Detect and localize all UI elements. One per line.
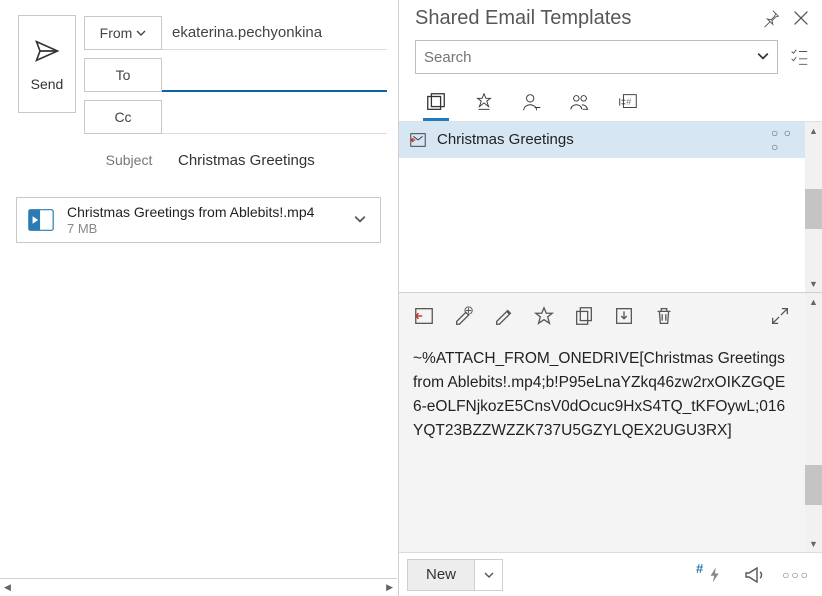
from-row: From <box>84 15 387 51</box>
preview-area: ~%ATTACH_FROM_ONEDRIVE[Christmas Greetin… <box>399 292 822 552</box>
attachment-info: Christmas Greetings from Ablebits!.mp4 7… <box>67 204 344 236</box>
compose-pane: Send From To Cc <box>0 0 398 596</box>
templates-pane: Shared Email Templates # <box>398 0 822 596</box>
new-button[interactable]: New <box>407 559 503 591</box>
send-icon <box>33 37 61 68</box>
subject-row: Subject <box>84 141 387 179</box>
new-button-label[interactable]: New <box>408 560 474 590</box>
video-file-icon <box>25 204 57 236</box>
pin-icon[interactable] <box>760 7 782 29</box>
from-field[interactable] <box>162 16 387 50</box>
tab-favorites[interactable] <box>471 89 497 121</box>
tab-macros[interactable]: # <box>615 89 641 121</box>
cc-row: Cc <box>84 99 387 135</box>
subject-label: Subject <box>90 152 168 168</box>
attachment-item[interactable]: Christmas Greetings from Ablebits!.mp4 7… <box>16 197 381 243</box>
star-icon[interactable] <box>533 305 555 327</box>
chevron-down-icon[interactable] <box>757 49 769 65</box>
edit-html-icon[interactable] <box>453 305 475 327</box>
scroll-thumb[interactable] <box>805 189 822 229</box>
to-field[interactable] <box>162 58 387 92</box>
tabs-row: # <box>399 80 822 122</box>
tab-personal[interactable] <box>519 89 545 121</box>
close-icon[interactable] <box>790 7 812 29</box>
flash-hash-icon[interactable]: # <box>700 563 724 587</box>
scroll-right-icon[interactable]: ▶ <box>384 582 395 593</box>
preview-body: ~%ATTACH_FROM_ONEDRIVE[Christmas Greetin… <box>399 339 805 552</box>
cc-field[interactable] <box>162 100 387 134</box>
template-list: Christmas Greetings ○ ○ ○ <box>399 122 805 292</box>
from-label: From <box>100 25 133 41</box>
attachment-menu-icon[interactable] <box>354 212 372 228</box>
insert-icon[interactable] <box>413 305 435 327</box>
send-label: Send <box>31 76 64 92</box>
tab-team[interactable] <box>567 89 593 121</box>
trash-icon[interactable] <box>653 305 675 327</box>
scroll-up-icon[interactable]: ▲ <box>805 122 822 139</box>
template-item[interactable]: Christmas Greetings ○ ○ ○ <box>399 122 805 158</box>
template-name: Christmas Greetings <box>437 131 761 148</box>
scroll-up-icon[interactable]: ▲ <box>805 293 822 310</box>
subject-field[interactable] <box>168 152 387 169</box>
horizontal-scrollbar[interactable]: ◀ ▶ <box>0 578 397 596</box>
preview-toolbar <box>399 293 805 339</box>
scroll-thumb[interactable] <box>805 465 822 505</box>
cc-label: Cc <box>114 109 131 125</box>
pane-title-row: Shared Email Templates <box>399 0 822 36</box>
preview-scrollbar[interactable]: ▲ ▼ <box>805 293 822 552</box>
bottom-bar: New # ○○○ <box>399 552 822 596</box>
tab-all-templates[interactable] <box>423 89 449 121</box>
search-input[interactable] <box>424 49 757 66</box>
from-button[interactable]: From <box>84 16 162 50</box>
list-scrollbar[interactable]: ▲ ▼ <box>805 122 822 292</box>
template-list-area: Christmas Greetings ○ ○ ○ ▲ ▼ <box>399 122 822 292</box>
preview-main: ~%ATTACH_FROM_ONEDRIVE[Christmas Greetin… <box>399 293 805 552</box>
template-icon <box>409 131 427 149</box>
edit-icon[interactable] <box>493 305 515 327</box>
copy-icon[interactable] <box>573 305 595 327</box>
new-button-dropdown[interactable] <box>474 560 502 590</box>
attachment-name: Christmas Greetings from Ablebits!.mp4 <box>67 204 344 221</box>
to-row: To <box>84 57 387 93</box>
announce-icon[interactable] <box>742 563 766 587</box>
scroll-down-icon[interactable]: ▼ <box>805 535 822 552</box>
checklist-icon[interactable] <box>788 46 810 68</box>
attachment-size: 7 MB <box>67 221 344 237</box>
expand-icon[interactable] <box>769 305 791 327</box>
scroll-down-icon[interactable]: ▼ <box>805 275 822 292</box>
fields-column: From To Cc Subject <box>84 15 387 179</box>
to-button[interactable]: To <box>84 58 162 92</box>
send-button[interactable]: Send <box>18 15 76 113</box>
svg-text:#: # <box>626 96 632 106</box>
search-box[interactable] <box>415 40 778 74</box>
more-icon[interactable]: ○○○ <box>784 563 808 587</box>
cc-button[interactable]: Cc <box>84 100 162 134</box>
template-more-icon[interactable]: ○ ○ ○ <box>771 126 795 154</box>
import-icon[interactable] <box>613 305 635 327</box>
pane-title: Shared Email Templates <box>415 7 752 30</box>
attachment-area: Christmas Greetings from Ablebits!.mp4 7… <box>0 187 397 253</box>
compose-header: Send From To Cc <box>0 0 397 187</box>
to-label: To <box>116 67 131 83</box>
scroll-left-icon[interactable]: ◀ <box>2 582 13 593</box>
chevron-down-icon <box>136 25 146 41</box>
search-row <box>399 36 822 80</box>
